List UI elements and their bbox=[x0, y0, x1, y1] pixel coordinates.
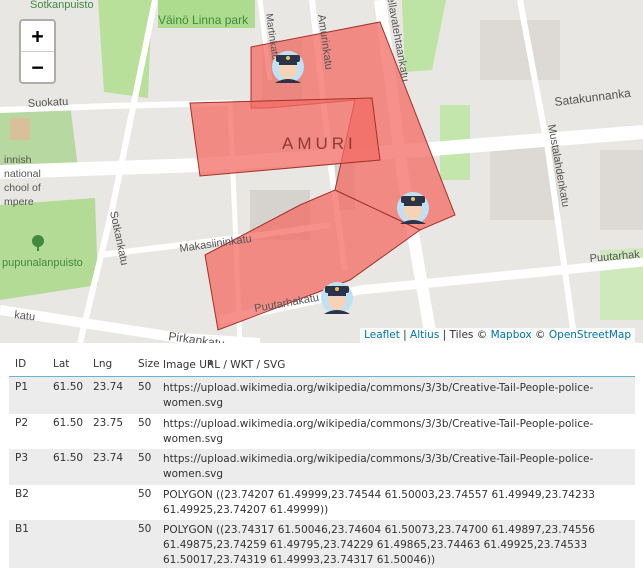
park-area bbox=[10, 118, 30, 140]
table-row[interactable]: P1 61.50 23.74 50 https://upload.wikimed… bbox=[9, 377, 635, 414]
cell-lat: 61.50 bbox=[53, 381, 84, 393]
cell-id: P3 bbox=[15, 452, 29, 464]
data-table: ID Lat Lng Size Image URL / WKT / SVG ▲ … bbox=[9, 351, 635, 568]
header-url[interactable]: Image URL / WKT / SVG bbox=[163, 358, 623, 373]
school-line-2: national bbox=[4, 168, 41, 180]
label-pirkankatu: Pirkankatu bbox=[168, 329, 226, 343]
police-woman-icon bbox=[321, 282, 353, 314]
table-row[interactable]: P3 61.50 23.74 50 https://upload.wikimed… bbox=[9, 449, 635, 485]
building-block bbox=[480, 20, 560, 80]
label-park: Väinö Linna park bbox=[158, 13, 249, 27]
cell-size: 50 bbox=[138, 417, 152, 429]
zoom-in-button[interactable]: + bbox=[21, 21, 54, 51]
cell-url: POLYGON ((23.74317 61.50046,23.74604 61.… bbox=[163, 524, 595, 566]
school-line-3: chool of bbox=[4, 182, 41, 194]
label-amuri: AMURI bbox=[282, 134, 357, 153]
map-attribution: Leaflet | Altius | Tiles © Mapbox © Open… bbox=[360, 328, 635, 343]
marker-p3[interactable] bbox=[321, 282, 353, 314]
cell-id: P2 bbox=[15, 417, 29, 429]
cell-url: https://upload.wikimedia.org/wikipedia/c… bbox=[163, 453, 594, 480]
cell-size: 50 bbox=[138, 488, 152, 500]
header-size[interactable]: Size bbox=[138, 358, 160, 370]
police-woman-icon bbox=[397, 192, 429, 224]
mapbox-link[interactable]: Mapbox bbox=[491, 329, 532, 341]
label-sotkankatu: Sotkankatu bbox=[107, 210, 130, 266]
map-view[interactable]: Väinö Linna park Sotkanpuisto Suokatu Sa… bbox=[0, 0, 643, 343]
cell-size: 50 bbox=[138, 452, 152, 464]
label-satakunnankatu: Satakunnanka bbox=[554, 86, 632, 109]
cell-id: B1 bbox=[15, 523, 29, 535]
cell-size: 50 bbox=[138, 523, 152, 535]
osm-link[interactable]: OpenStreetMap bbox=[549, 329, 631, 341]
attribution-separator: | bbox=[399, 329, 411, 341]
police-woman-icon bbox=[272, 51, 304, 83]
label-pupunalanpuisto: pupunalanpuisto bbox=[2, 257, 83, 269]
table-row[interactable]: B2 50 POLYGON ((23.74207 61.49999,23.745… bbox=[9, 485, 635, 520]
header-id[interactable]: ID bbox=[15, 358, 26, 370]
cell-lng: 23.74 bbox=[93, 452, 124, 464]
label-suokatu: Suokatu bbox=[28, 96, 69, 110]
table-header: ID Lat Lng Size Image URL / WKT / SVG ▲ bbox=[9, 351, 635, 377]
school-line-1: innish bbox=[4, 154, 32, 166]
cell-size: 50 bbox=[138, 381, 152, 393]
leaflet-link[interactable]: Leaflet bbox=[364, 329, 400, 341]
cell-id: P1 bbox=[15, 381, 29, 393]
altius-link[interactable]: Altius bbox=[410, 329, 439, 341]
cell-id: B2 bbox=[15, 488, 29, 500]
attribution-tiles: | Tiles © bbox=[439, 329, 491, 341]
table-row[interactable]: P2 61.50 23.75 50 https://upload.wikimed… bbox=[9, 414, 635, 449]
zoom-out-button[interactable]: − bbox=[21, 51, 54, 82]
cell-lat: 61.50 bbox=[53, 452, 84, 464]
building-block bbox=[600, 150, 643, 230]
cell-lng: 23.74 bbox=[93, 381, 124, 393]
table-row[interactable]: B1 50 POLYGON ((23.74317 61.50046,23.746… bbox=[9, 520, 635, 568]
sort-arrow-icon[interactable]: ▲ bbox=[208, 358, 213, 366]
cell-lat: 61.50 bbox=[53, 417, 84, 429]
cell-url: https://upload.wikimedia.org/wikipedia/c… bbox=[163, 418, 594, 445]
school-line-4: mpere bbox=[4, 196, 34, 208]
label-sotkanpuisto: Sotkanpuisto bbox=[30, 0, 94, 11]
header-lng[interactable]: Lng bbox=[93, 358, 112, 370]
cell-url: https://upload.wikimedia.org/wikipedia/c… bbox=[163, 382, 594, 409]
cell-lng: 23.75 bbox=[93, 417, 124, 429]
marker-p2[interactable] bbox=[397, 192, 429, 224]
attribution-copy: © bbox=[531, 329, 549, 341]
zoom-control: + − bbox=[19, 19, 56, 84]
header-lat[interactable]: Lat bbox=[53, 358, 69, 370]
park-area bbox=[0, 198, 98, 300]
label-katu-left: katu bbox=[14, 309, 36, 323]
cell-url: POLYGON ((23.74207 61.49999,23.74544 61.… bbox=[163, 489, 595, 516]
map-tiles[interactable]: Väinö Linna park Sotkanpuisto Suokatu Sa… bbox=[0, 0, 643, 343]
marker-p1[interactable] bbox=[272, 51, 304, 83]
